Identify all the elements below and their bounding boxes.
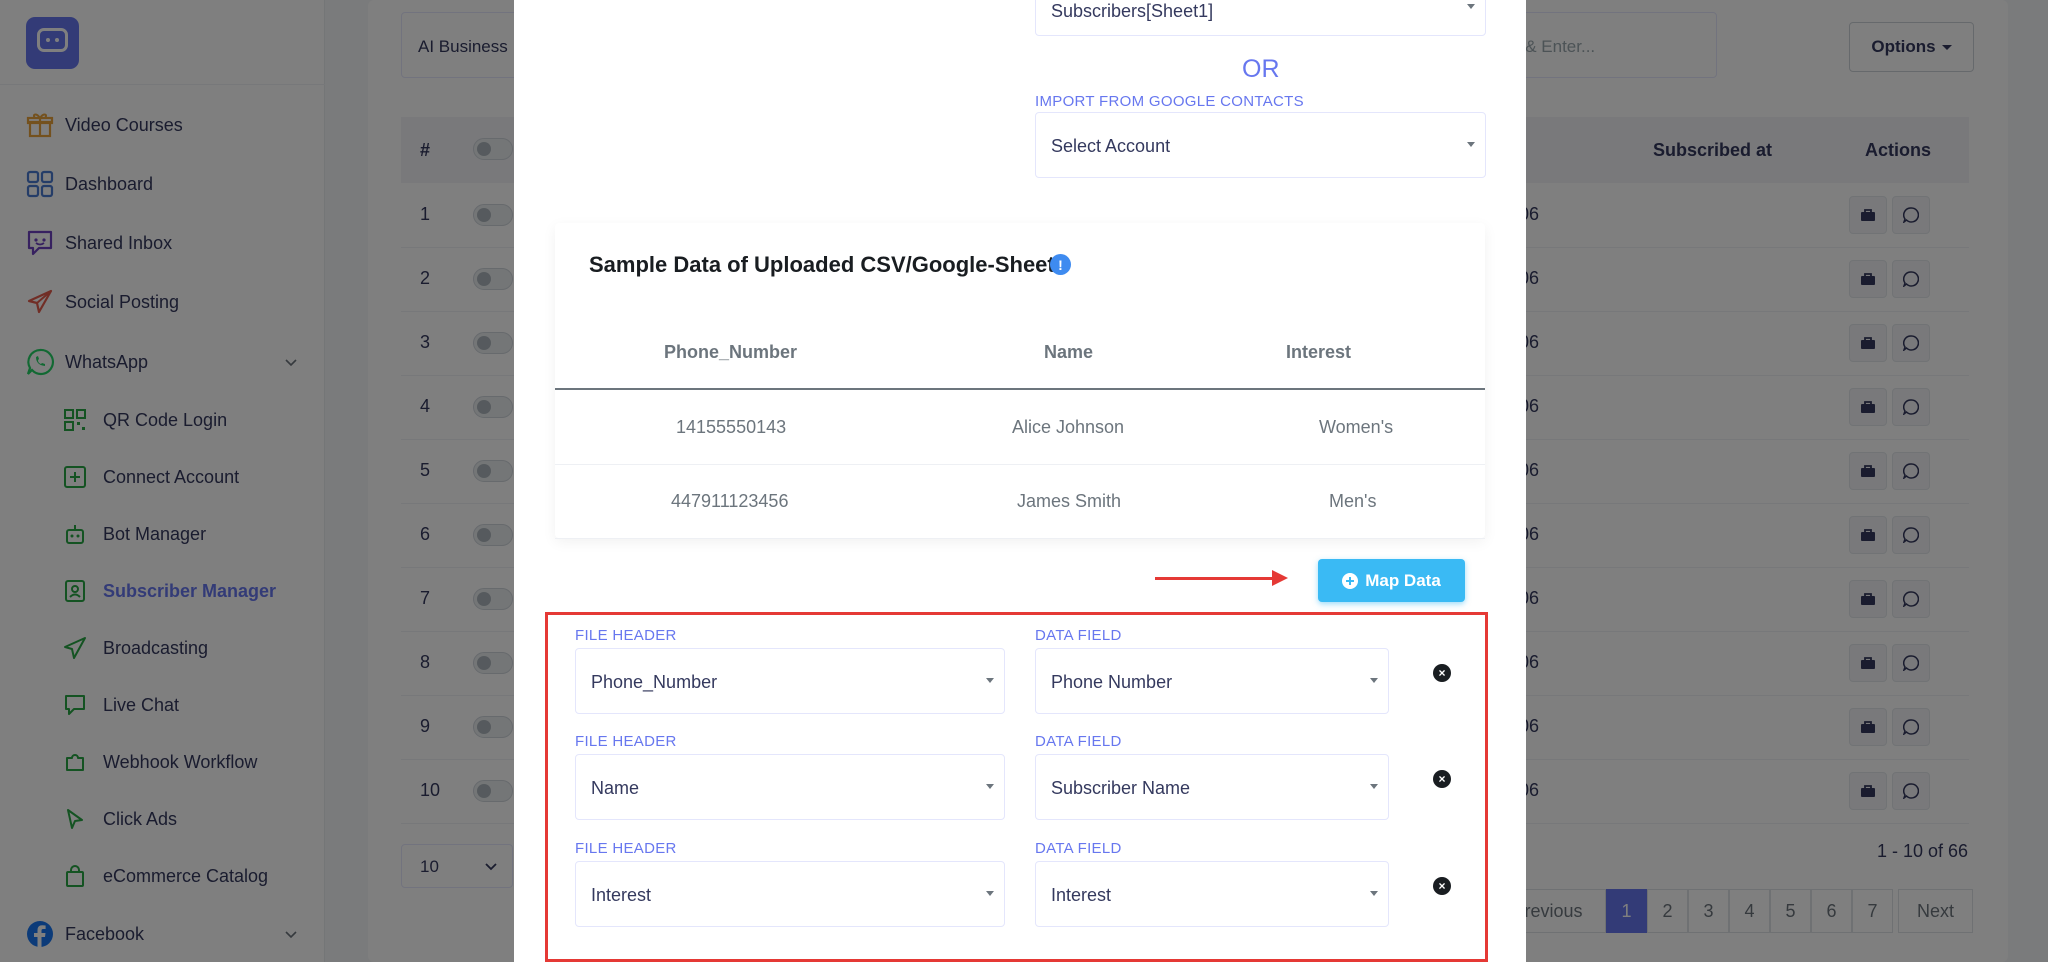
- file-header-label: FILE HEADER: [575, 733, 677, 750]
- data-field-select[interactable]: Subscriber Name: [1035, 754, 1389, 820]
- remove-mapping-icon[interactable]: ×: [1433, 770, 1451, 788]
- data-field-select-value: Subscriber Name: [1051, 778, 1191, 798]
- data-field-select-value: Phone Number: [1051, 672, 1173, 692]
- or-separator: OR: [1242, 55, 1280, 83]
- row-divider: [555, 538, 1485, 539]
- google-account-select-value: Select Account: [1051, 136, 1171, 156]
- data-field-label: DATA FIELD: [1035, 627, 1122, 644]
- remove-mapping-icon[interactable]: ×: [1433, 877, 1451, 895]
- sample-cell: Alice Johnson: [1012, 417, 1125, 437]
- google-contacts-label: IMPORT FROM GOOGLE CONTACTS: [1035, 93, 1304, 110]
- data-field-select[interactable]: Phone Number: [1035, 648, 1389, 714]
- caret-down-icon: [1370, 784, 1378, 789]
- map-data-button[interactable]: Map Data: [1318, 559, 1465, 602]
- plus-circle-icon: [1342, 572, 1359, 589]
- remove-mapping-icon[interactable]: ×: [1433, 664, 1451, 682]
- sample-header-name: Name: [1044, 342, 1094, 362]
- caret-down-icon: [986, 678, 994, 683]
- google-account-select[interactable]: Select Account: [1035, 112, 1486, 178]
- sample-header-interest: Interest: [1286, 342, 1352, 362]
- file-header-select[interactable]: Name: [575, 754, 1005, 820]
- file-header-select-value: Phone_Number: [591, 672, 718, 692]
- sample-cell: 447911123456: [671, 491, 789, 511]
- data-field-select[interactable]: Interest: [1035, 861, 1389, 927]
- caret-down-icon: [986, 784, 994, 789]
- caret-down-icon: [1370, 678, 1378, 683]
- sample-data-title: Sample Data of Uploaded CSV/Google-Sheet: [589, 252, 1055, 277]
- sample-cell: Women's: [1319, 417, 1394, 437]
- sample-cell: Men's: [1329, 491, 1377, 511]
- caret-down-icon: [1370, 891, 1378, 896]
- data-field-select-value: Interest: [1051, 885, 1112, 905]
- map-data-label: Map Data: [1365, 570, 1441, 590]
- row-divider: [555, 464, 1485, 465]
- file-header-label: FILE HEADER: [575, 840, 677, 857]
- file-header-select[interactable]: Interest: [575, 861, 1005, 927]
- info-icon[interactable]: !: [1050, 254, 1071, 275]
- sample-header-phone: Phone_Number: [664, 342, 798, 362]
- file-header-select-value: Interest: [591, 885, 652, 905]
- data-field-label: DATA FIELD: [1035, 840, 1122, 857]
- sample-cell: 14155550143: [676, 417, 787, 437]
- sheet-select[interactable]: Subscribers[Sheet1]: [1035, 0, 1486, 36]
- file-header-select-value: Name: [591, 778, 640, 798]
- caret-down-icon: [1467, 4, 1475, 9]
- sample-cell: James Smith: [1017, 491, 1122, 511]
- data-field-label: DATA FIELD: [1035, 733, 1122, 750]
- sheet-select-value: Subscribers[Sheet1]: [1051, 1, 1214, 21]
- file-header-select[interactable]: Phone_Number: [575, 648, 1005, 714]
- annotation-arrow-line: [1155, 577, 1273, 580]
- file-header-label: FILE HEADER: [575, 627, 677, 644]
- caret-down-icon: [986, 891, 994, 896]
- caret-down-icon: [1467, 142, 1475, 147]
- table-header-divider: [555, 388, 1485, 390]
- annotation-arrow-head: [1272, 570, 1288, 586]
